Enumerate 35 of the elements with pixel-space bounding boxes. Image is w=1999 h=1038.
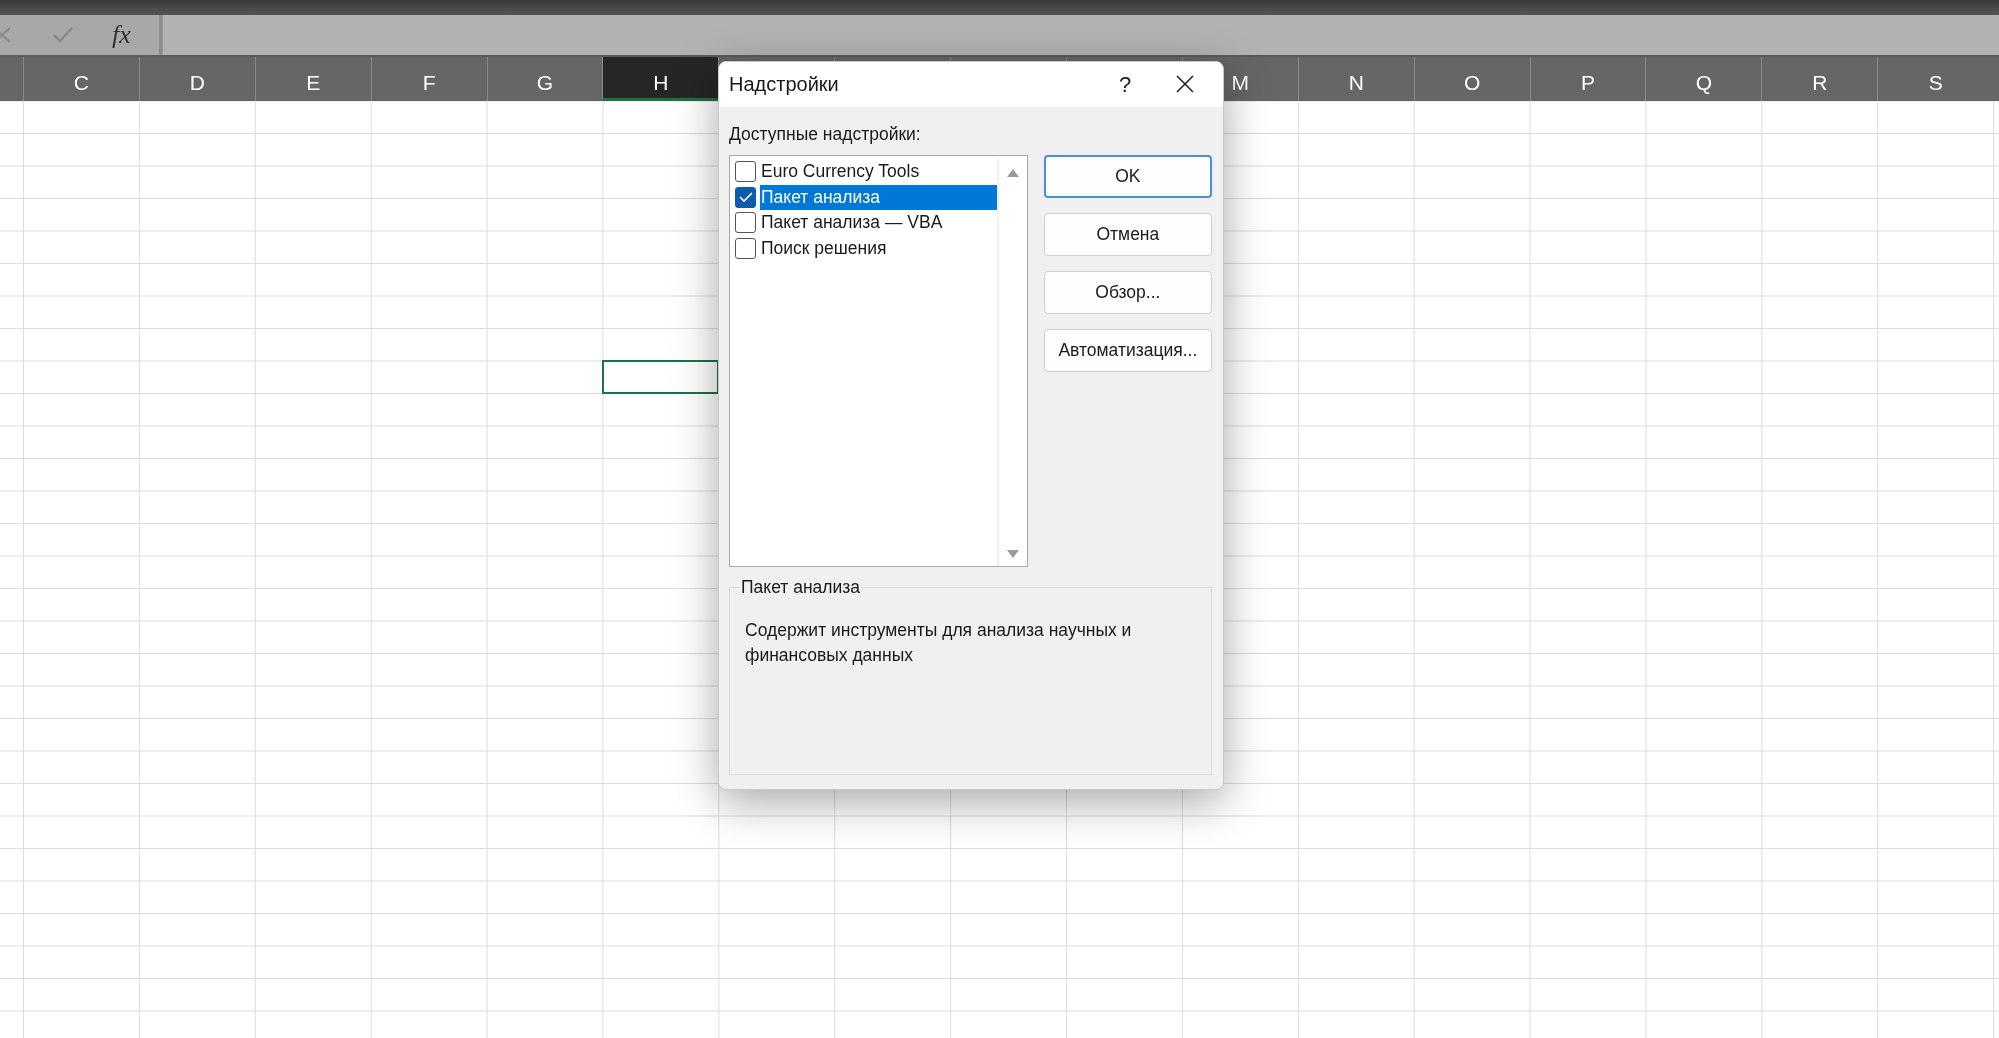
column-header[interactable]: E bbox=[254, 57, 371, 101]
close-icon bbox=[1175, 74, 1195, 95]
checkbox[interactable] bbox=[735, 237, 756, 259]
checkbox[interactable] bbox=[735, 186, 756, 208]
addin-description: Содержит инструменты для анализа научных и финансовых данных bbox=[745, 619, 1133, 667]
column-header[interactable]: N bbox=[1297, 57, 1414, 101]
scroll-up-icon[interactable] bbox=[1006, 169, 1019, 177]
addin-item[interactable]: Пакет анализа — VBA bbox=[760, 210, 997, 236]
column-header[interactable]: S bbox=[1877, 57, 1994, 101]
column-header[interactable]: P bbox=[1529, 57, 1646, 101]
column-header[interactable]: R bbox=[1761, 57, 1878, 101]
list-label: Доступные надстройки: bbox=[729, 122, 922, 146]
help-button[interactable]: ? bbox=[1095, 67, 1155, 101]
check-icon[interactable] bbox=[52, 26, 74, 44]
dialog-button[interactable]: Отмена bbox=[1043, 213, 1212, 256]
formula-input-field[interactable] bbox=[162, 15, 1999, 55]
addin-item[interactable]: Поиск решения bbox=[760, 235, 997, 261]
check-icon bbox=[738, 191, 753, 204]
column-header[interactable]: D bbox=[138, 57, 255, 101]
selected-cell[interactable] bbox=[601, 360, 719, 394]
column-header[interactable]: H bbox=[602, 57, 719, 101]
dialog-button[interactable]: OK bbox=[1043, 155, 1212, 198]
dialog-title: Надстройки bbox=[729, 72, 840, 98]
column-header[interactable]: C bbox=[23, 57, 139, 101]
column-header[interactable]: F bbox=[370, 57, 487, 101]
insert-function-button[interactable]: fx bbox=[112, 22, 131, 48]
checkbox[interactable] bbox=[735, 212, 756, 234]
dialog-button[interactable]: Обзор... bbox=[1043, 271, 1212, 314]
column-header[interactable]: Q bbox=[1645, 57, 1762, 101]
column-header[interactable]: O bbox=[1413, 57, 1530, 101]
addin-item[interactable]: Euro Currency Tools bbox=[760, 159, 997, 185]
checkbox[interactable] bbox=[735, 161, 756, 183]
scroll-down-icon[interactable] bbox=[1006, 550, 1019, 558]
dialog-button[interactable]: Автоматизация... bbox=[1043, 329, 1212, 372]
addin-item[interactable]: Пакет анализа bbox=[760, 184, 997, 210]
